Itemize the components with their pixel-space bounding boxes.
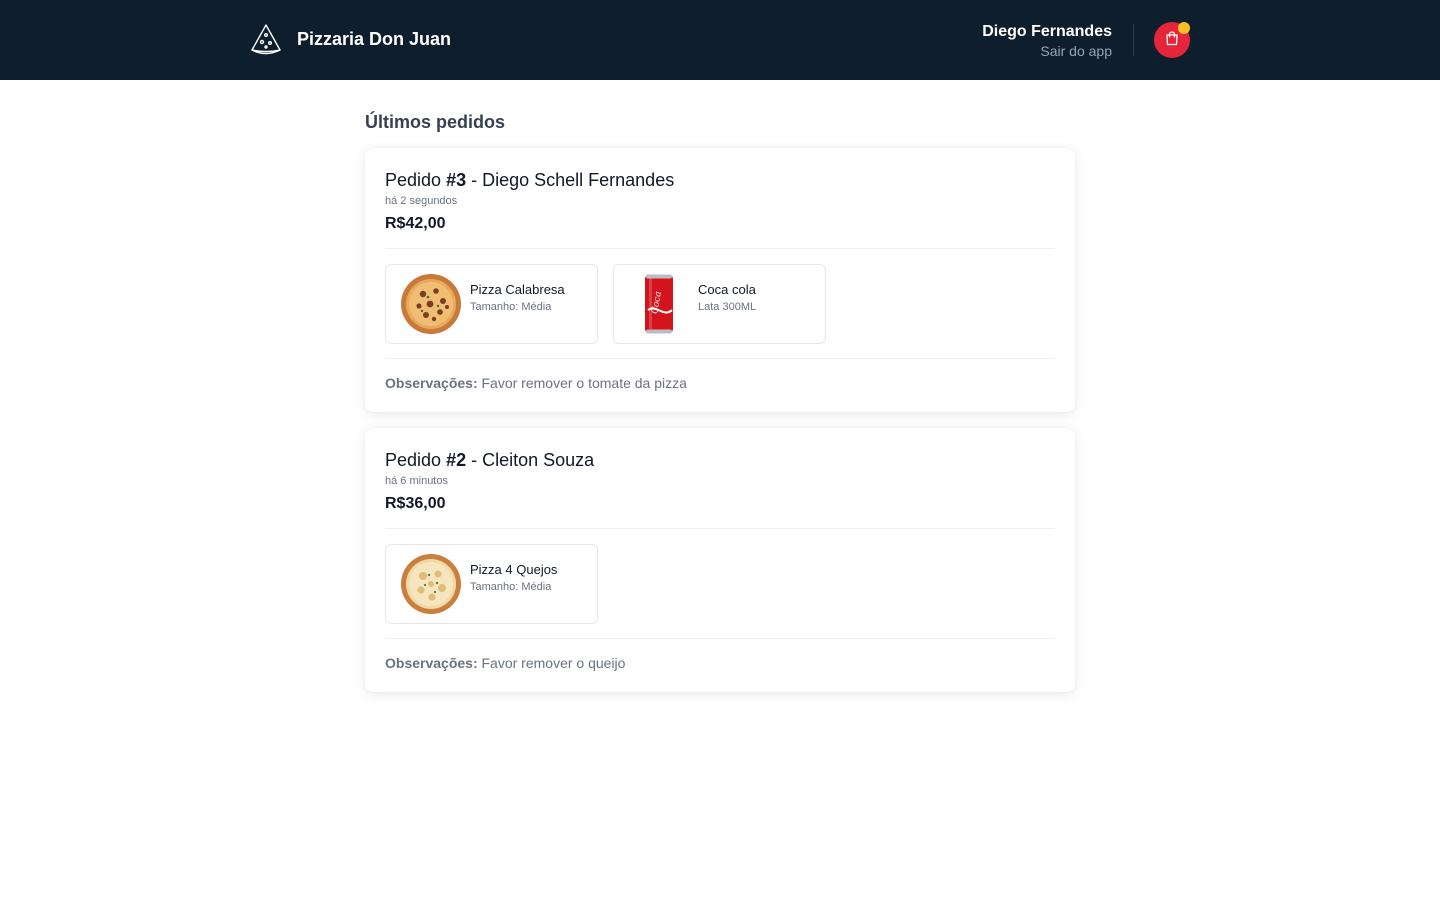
pizza-calabresa-image [400, 273, 462, 335]
divider [385, 358, 1055, 359]
divider [385, 528, 1055, 529]
notes-text: Favor remover o queijo [477, 655, 626, 671]
order-customer: - Diego Schell Fernandes [466, 170, 675, 190]
section-title: Últimos pedidos [365, 112, 506, 132]
order-title: Pedido #2 - Cleiton Souza [385, 448, 1055, 472]
shopping-bag-icon [1164, 30, 1180, 51]
item-detail: Lata 300ML [698, 301, 757, 313]
item-detail: Tamanho: Média [470, 581, 552, 593]
orders-section: Últimos pedidos Pedido #3 - Diego Schell… [365, 110, 1075, 708]
order-title: Pedido #3 - Diego Schell Fernandes [385, 168, 1055, 192]
top-bar: Pizzaria Don Juan Diego Fernandes Sair d… [0, 0, 1440, 80]
item-text: Pizza Calabresa Tamanho: Média [470, 281, 565, 315]
order-total: R$42,00 [385, 215, 446, 232]
notes-label: Observações: [385, 375, 478, 391]
cart-badge [1178, 22, 1190, 34]
brand[interactable]: Pizzaria Don Juan [249, 22, 451, 56]
pizza-4-queijos-image [400, 553, 462, 615]
item-detail: Tamanho: Média [470, 301, 552, 313]
order-title-prefix: Pedido [385, 170, 447, 190]
notes-text: Favor remover o tomate da pizza [477, 375, 687, 391]
header-divider [1133, 24, 1134, 56]
notes-label: Observações: [385, 655, 478, 671]
order-item: Pizza 4 Quejos Tamanho: Média [385, 544, 598, 624]
divider [385, 248, 1055, 249]
pizza-slice-icon [249, 22, 283, 56]
item-name: Pizza Calabresa [470, 282, 565, 297]
logout-link[interactable]: Sair do app [982, 42, 1112, 60]
item-text: Pizza 4 Quejos Tamanho: Média [470, 561, 557, 595]
order-item: Pizza Calabresa Tamanho: Média [385, 264, 598, 344]
order-total: R$36,00 [385, 495, 446, 512]
item-name: Coca cola [698, 282, 756, 297]
order-notes: Observações: Favor remover o tomate da p… [385, 374, 1055, 392]
order-items: Pizza 4 Quejos Tamanho: Média [385, 544, 1055, 624]
order-title-prefix: Pedido [385, 450, 447, 470]
order-number: #3 [446, 170, 467, 190]
order-card: Pedido #3 - Diego Schell Fernandes há 2 … [365, 148, 1075, 412]
order-item: Coca Coca cola Lata 300ML [613, 264, 826, 344]
user-info: Diego Fernandes Sair do app [982, 22, 1112, 60]
item-text: Coca cola Lata 300ML [698, 281, 756, 315]
brand-name: Pizzaria Don Juan [297, 28, 452, 49]
order-items: Pizza Calabresa Tamanho: Média Coca Coca… [385, 264, 1055, 344]
order-number: #2 [446, 450, 467, 470]
item-name: Pizza 4 Quejos [470, 562, 558, 577]
order-time: há 2 segundos [385, 195, 458, 207]
divider [385, 638, 1055, 639]
order-card: Pedido #2 - Cleiton Souza há 6 minutos R… [365, 428, 1075, 692]
coke-can-image: Coca [628, 273, 690, 335]
order-customer: - Cleiton Souza [466, 450, 595, 470]
order-notes: Observações: Favor remover o queijo [385, 654, 1055, 672]
order-time: há 6 minutos [385, 475, 448, 487]
user-name: Diego Fernandes [982, 23, 1112, 40]
